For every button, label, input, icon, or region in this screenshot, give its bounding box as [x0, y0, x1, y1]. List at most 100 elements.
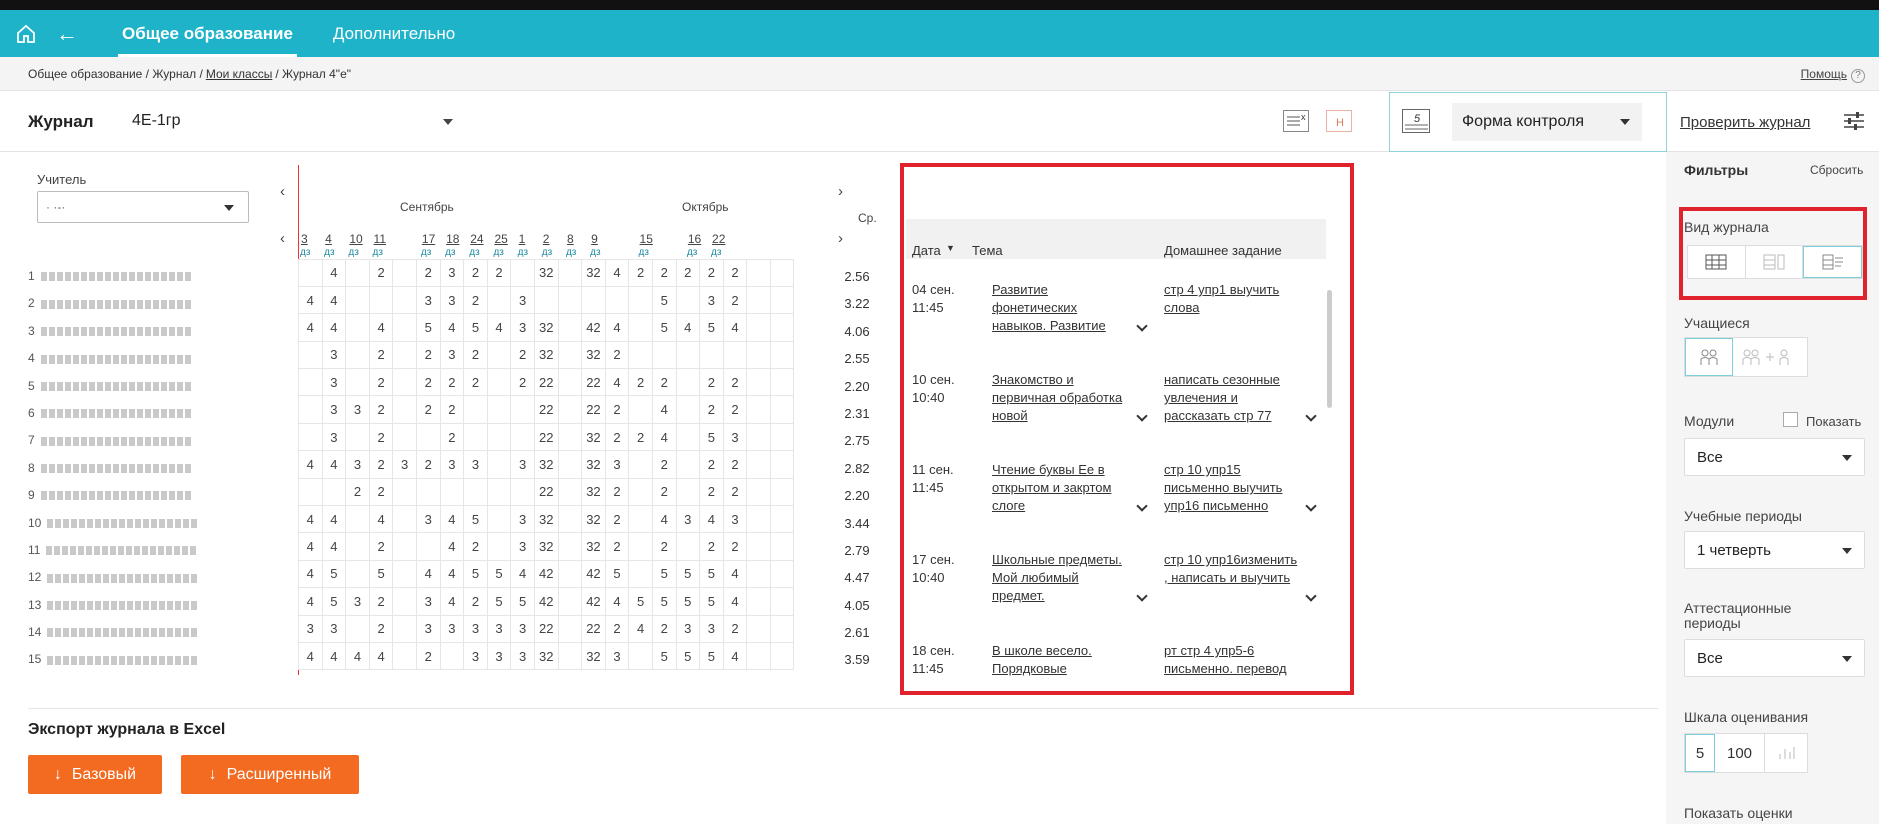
mark-cell[interactable]: 3 [510, 285, 535, 315]
mark-cell[interactable]: 4 [439, 559, 465, 589]
mark-cell[interactable] [675, 477, 701, 507]
mark-cell[interactable] [392, 285, 417, 315]
lesson-topic-link[interactable]: Школьные предметы. Мой любимый предмет. [992, 551, 1132, 607]
list-item[interactable]: 11 [28, 537, 197, 564]
mark-cell[interactable] [746, 450, 771, 479]
tab-additional[interactable]: Дополнительно [333, 24, 455, 44]
prev-lesson-arrow-icon[interactable]: ‹ [280, 230, 285, 247]
mark-cell[interactable] [557, 587, 583, 616]
mark-cell[interactable] [392, 587, 417, 616]
mark-cell[interactable] [746, 559, 771, 589]
mark-cell[interactable] [675, 285, 701, 315]
mark-cell[interactable]: 3 [345, 395, 370, 424]
mark-cell[interactable]: 4 [439, 505, 465, 534]
mark-cell[interactable]: 3 [510, 532, 535, 561]
mark-cell[interactable] [392, 477, 417, 507]
view-split-grid-icon[interactable] [1746, 246, 1804, 278]
mark-cell[interactable] [415, 422, 441, 452]
mark-cell[interactable] [392, 559, 417, 589]
mark-cell[interactable] [557, 258, 583, 287]
mark-cell[interactable]: 5 [651, 285, 677, 315]
mark-cell[interactable] [510, 422, 535, 452]
mark-cell[interactable]: 4 [604, 368, 630, 397]
prev-month-arrow-icon[interactable]: ‹ [280, 183, 285, 200]
mark-cell[interactable]: 2 [722, 258, 748, 287]
mark-cell[interactable]: 2 [463, 368, 488, 397]
mark-cell[interactable]: 3 [675, 614, 701, 643]
mark-cell[interactable] [675, 422, 701, 452]
mark-cell[interactable] [557, 641, 583, 671]
mark-cell[interactable]: 2 [415, 340, 441, 370]
mark-cell[interactable]: 5 [463, 505, 488, 534]
mark-cell[interactable]: 2 [345, 477, 370, 507]
mark-cell[interactable]: 4 [722, 559, 748, 589]
lesson-homework-link[interactable]: стр 4 упр1 выучить слова [1164, 281, 1304, 337]
mark-cell[interactable]: 4 [298, 285, 323, 315]
mark-cell[interactable]: 32 [533, 641, 559, 671]
mark-cell[interactable]: 32 [533, 532, 559, 561]
mark-cell[interactable] [746, 285, 771, 315]
mark-cell[interactable]: 4 [722, 641, 748, 671]
mark-cell[interactable] [345, 258, 370, 287]
mark-cell[interactable]: 3 [604, 450, 630, 479]
mark-cell[interactable]: 32 [581, 340, 606, 370]
mark-cell[interactable]: 2 [651, 368, 677, 397]
mark-cell[interactable]: 2 [368, 450, 394, 479]
mark-cell[interactable]: 3 [463, 614, 488, 643]
mark-cell[interactable] [769, 614, 795, 643]
mark-cell[interactable]: 22 [581, 395, 606, 424]
mark-cell[interactable]: 3 [463, 450, 488, 479]
mark-cell[interactable] [769, 477, 795, 507]
mark-cell[interactable]: 5 [651, 587, 677, 616]
mark-cell[interactable] [439, 641, 465, 671]
mark-cell[interactable]: 5 [651, 641, 677, 671]
mark-cell[interactable]: 5 [628, 587, 653, 616]
mark-cell[interactable]: 32 [581, 450, 606, 479]
mark-cell[interactable]: 5 [604, 559, 630, 589]
mark-cell[interactable]: 2 [368, 587, 394, 616]
list-item[interactable]: 8 [28, 455, 197, 482]
mark-cell[interactable]: 4 [368, 313, 394, 342]
mark-cell[interactable]: 2 [699, 532, 724, 561]
mark-cell[interactable] [557, 395, 583, 424]
mark-cell[interactable] [628, 340, 653, 370]
mark-cell[interactable] [392, 641, 417, 671]
mark-cell[interactable] [675, 532, 701, 561]
mark-cell[interactable]: 2 [722, 395, 748, 424]
mark-cell[interactable]: 2 [368, 422, 394, 452]
mark-cell[interactable]: 2 [722, 285, 748, 315]
mark-cell[interactable]: 2 [722, 614, 748, 643]
mark-cell[interactable]: 4 [439, 313, 465, 342]
mark-cell[interactable]: 4 [298, 587, 323, 616]
mark-cell[interactable] [298, 258, 323, 287]
mark-cell[interactable]: 22 [533, 477, 559, 507]
mark-cell[interactable]: 2 [651, 532, 677, 561]
mark-cell[interactable]: 2 [463, 340, 488, 370]
mark-cell[interactable] [769, 532, 795, 561]
mark-cell[interactable]: 2 [628, 258, 653, 287]
mark-cell[interactable] [746, 368, 771, 397]
mark-cell[interactable] [628, 559, 653, 589]
mark-cell[interactable]: 3 [439, 285, 465, 315]
mark-cell[interactable]: 5 [321, 587, 347, 616]
export-extended-button[interactable]: ↓ Расширенный [181, 755, 359, 794]
list-item[interactable]: 9 [28, 482, 197, 509]
mark-cell[interactable]: 2 [463, 587, 488, 616]
mark-cell[interactable]: 2 [604, 340, 630, 370]
mark-cell[interactable] [769, 450, 795, 479]
mark-cell[interactable] [392, 258, 417, 287]
mark-cell[interactable] [392, 422, 417, 452]
mark-cell[interactable] [604, 285, 630, 315]
mark-cell[interactable] [345, 614, 370, 643]
mark-cell[interactable]: 2 [722, 450, 748, 479]
mark-cell[interactable] [392, 340, 417, 370]
mark-cell[interactable]: 3 [486, 614, 512, 643]
mark-cell[interactable] [557, 422, 583, 452]
mark-cell[interactable]: 4 [321, 505, 347, 534]
check-journal-link[interactable]: Проверить журнал [1680, 114, 1810, 131]
mark-cell[interactable] [298, 422, 323, 452]
mark-cell[interactable]: 22 [533, 368, 559, 397]
mark-cell[interactable] [345, 340, 370, 370]
mark-cell[interactable] [486, 532, 512, 561]
mark-cell[interactable]: 42 [581, 587, 606, 616]
